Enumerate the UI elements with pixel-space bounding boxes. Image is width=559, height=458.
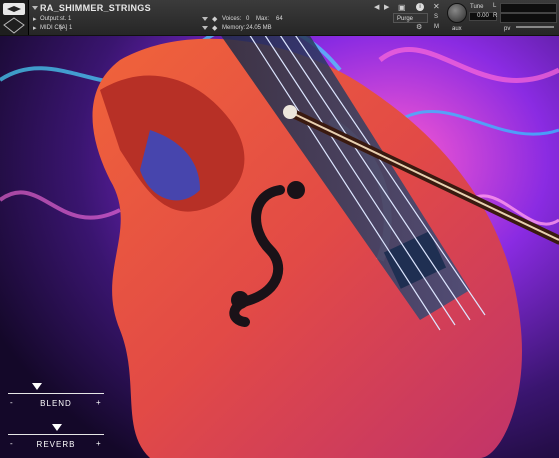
prev-instrument-icon[interactable]: ◀ <box>374 4 379 12</box>
midi-dropdown-icon[interactable] <box>202 26 208 30</box>
pan-slider[interactable] <box>516 26 554 28</box>
tune-label: Tune <box>470 4 484 10</box>
purge-dropdown[interactable]: Purge <box>393 13 428 23</box>
solo-button[interactable]: S <box>434 14 438 20</box>
voices-value: 0 <box>246 16 250 22</box>
memory-label: Memory: <box>222 25 246 31</box>
tune-knob[interactable] <box>447 3 467 23</box>
instrument-header: RA_SHIMMER_STRINGS ▸ Output: st. 1 ◆ Voi… <box>0 0 559 36</box>
meter-l-label: L <box>493 3 497 9</box>
info-icon[interactable]: i <box>416 3 424 11</box>
memory-value: 24.05 MB <box>246 25 272 31</box>
mute-button[interactable]: M <box>434 24 439 30</box>
midi-channel-value[interactable]: [A] 1 <box>60 25 72 31</box>
reverb-slider-line[interactable] <box>8 434 104 435</box>
instrument-name[interactable]: RA_SHIMMER_STRINGS <box>40 3 151 13</box>
aux-button[interactable]: aux <box>452 26 462 32</box>
meter-right <box>500 13 557 23</box>
reverb-plus[interactable]: + <box>96 439 101 448</box>
max-voices-value[interactable]: 64 <box>276 16 283 22</box>
reverb-control[interactable]: - REVERB + <box>8 424 104 454</box>
blend-plus[interactable]: + <box>96 398 101 407</box>
reverb-label: REVERB <box>36 440 76 449</box>
logo-icon <box>3 3 25 34</box>
voices-label: Voices: <box>222 16 242 22</box>
midi-icon: ▸ <box>33 25 37 32</box>
blend-control[interactable]: - BLEND + <box>8 383 104 413</box>
reverb-marker-icon[interactable] <box>52 424 62 431</box>
next-instrument-icon[interactable]: ▶ <box>384 4 389 12</box>
output-dropdown-icon[interactable] <box>202 17 208 21</box>
blend-slider-line[interactable] <box>8 393 104 394</box>
pv-button[interactable]: pv <box>504 26 510 32</box>
library-logo <box>0 0 29 35</box>
settings-icon[interactable]: ⚙ <box>416 24 422 32</box>
close-icon[interactable]: ✕ <box>433 3 440 11</box>
max-label: Max: <box>256 16 270 22</box>
output-label: Output: <box>40 16 60 22</box>
purge-label: Purge <box>397 16 414 22</box>
meter-r-label: R <box>493 13 498 19</box>
blend-label: BLEND <box>40 399 72 408</box>
instrument-panel: RA_SHIMMER_STRINGS ▸ Output: st. 1 ◆ Voi… <box>0 0 559 458</box>
memory-icon: ◆ <box>212 25 218 32</box>
instrument-menu-arrow-icon[interactable] <box>32 6 38 10</box>
output-value[interactable]: st. 1 <box>60 16 71 22</box>
output-icon: ▸ <box>33 16 37 23</box>
camera-icon[interactable]: ▣ <box>398 4 406 12</box>
meter-left <box>500 3 557 13</box>
blend-marker-icon[interactable] <box>32 383 42 390</box>
voices-icon: ◆ <box>212 16 218 23</box>
